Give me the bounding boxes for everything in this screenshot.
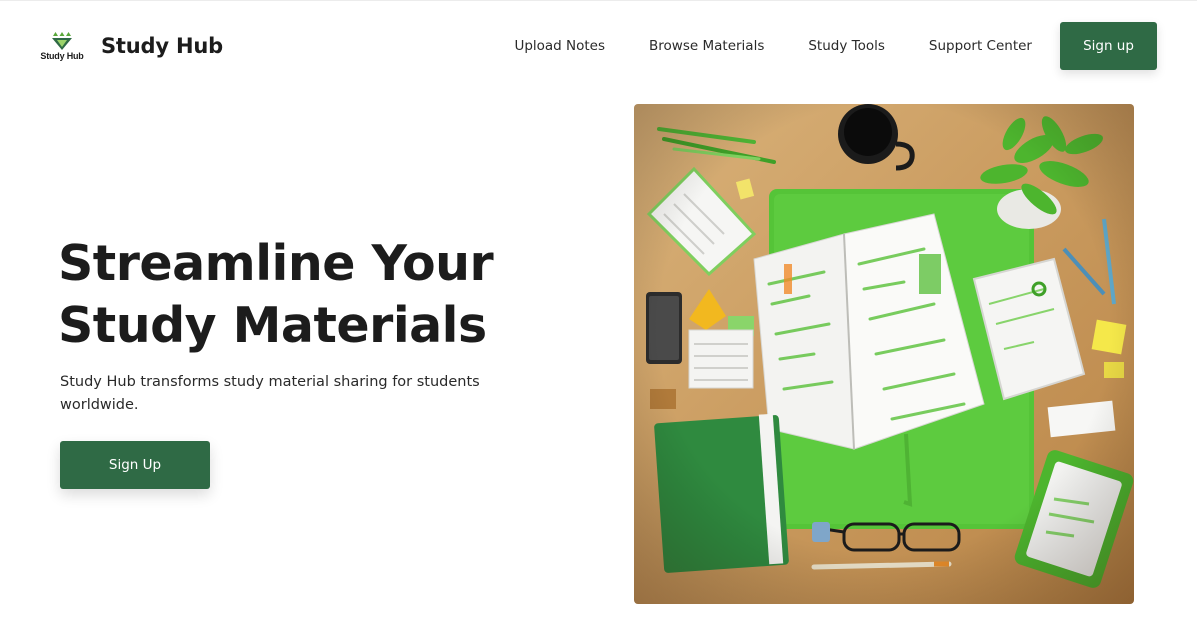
- nav-study-tools[interactable]: Study Tools: [808, 38, 885, 54]
- brand-name: Study Hub: [101, 34, 223, 58]
- hero-title-line-2: Study Materials: [58, 297, 487, 354]
- hero-title: Streamline Your Study Materials: [58, 233, 578, 357]
- main-nav: Upload Notes Browse Materials Study Tool…: [514, 38, 1032, 54]
- nav-upload-notes[interactable]: Upload Notes: [514, 38, 605, 54]
- logo-text: Study Hub: [40, 50, 84, 61]
- header-signup-button[interactable]: Sign up: [1060, 22, 1157, 70]
- hero-signup-button[interactable]: Sign Up: [60, 441, 210, 489]
- hero-title-line-1: Streamline Your: [58, 235, 494, 292]
- hero-subtitle: Study Hub transforms study material shar…: [60, 374, 480, 413]
- nav-support-center[interactable]: Support Center: [929, 38, 1032, 54]
- header: Study Hub Study Hub Upload Notes Browse …: [38, 21, 1157, 71]
- logo-link[interactable]: Study Hub Study Hub: [38, 25, 223, 67]
- hero-illustration: [634, 104, 1134, 604]
- page: Study Hub Study Hub Upload Notes Browse …: [0, 0, 1197, 625]
- logo-icon: Study Hub: [38, 25, 86, 67]
- nav-browse-materials[interactable]: Browse Materials: [649, 38, 764, 54]
